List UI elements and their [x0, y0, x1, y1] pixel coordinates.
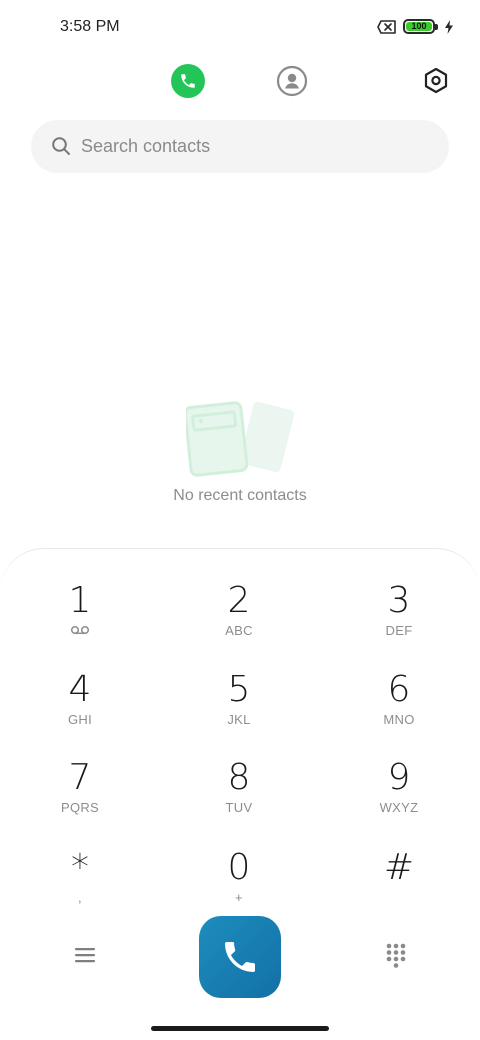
dialpad-key-9[interactable]: 9 WXYZ: [329, 750, 469, 828]
dialpad-key-7[interactable]: 7 PQRS: [10, 750, 150, 828]
key-digit: 9: [387, 757, 411, 798]
key-letters: WXYZ: [379, 800, 419, 815]
home-indicator[interactable]: [151, 1026, 329, 1031]
settings-icon: [424, 67, 448, 94]
key-digit: 4: [68, 669, 92, 710]
key-letters: PQRS: [60, 800, 100, 815]
no-sim-icon: [377, 19, 396, 34]
charging-bolt-icon: [445, 19, 453, 34]
dialpad-key-4[interactable]: 4 GHI: [10, 662, 150, 740]
status-bar: 3:58 PM 100: [0, 0, 480, 56]
menu-button[interactable]: [72, 942, 98, 968]
phone-call-icon: [225, 942, 255, 972]
key-digit: 5: [227, 669, 251, 710]
dialpad-key-2[interactable]: 2 ABC: [169, 573, 309, 651]
key-letters: DEF: [385, 623, 413, 638]
dialpad-grid-icon: [386, 943, 406, 968]
empty-state: No recent contacts: [0, 395, 480, 515]
search-bar[interactable]: [31, 120, 449, 173]
dialpad-key-1[interactable]: 1: [10, 573, 150, 651]
menu-icon: [75, 948, 95, 963]
key-digit: *: [71, 847, 89, 888]
key-letters: MNO: [383, 712, 415, 727]
key-digit: 6: [387, 669, 411, 710]
contacts-tab-button[interactable]: [275, 64, 309, 98]
key-digit: #: [383, 847, 415, 888]
empty-state-message: No recent contacts: [173, 487, 307, 504]
status-time: 3:58 PM: [60, 18, 120, 35]
search-icon: [52, 137, 70, 155]
key-digit: 7: [68, 757, 92, 798]
bottom-actions: [0, 914, 480, 998]
status-icons: 100: [377, 19, 454, 34]
dialpad-key-5[interactable]: 5 JKL: [169, 662, 309, 740]
phone-tab-button[interactable]: [171, 64, 205, 98]
key-digit: 3: [387, 580, 411, 621]
key-letters: +: [235, 890, 243, 905]
empty-contacts-illustration-icon: [186, 401, 295, 477]
top-nav: [0, 60, 480, 102]
phone-tab-icon: [181, 74, 195, 88]
key-letters: ABC: [225, 623, 253, 638]
dialpad-key-hash[interactable]: #: [329, 840, 469, 918]
call-button[interactable]: [199, 916, 281, 998]
contacts-tab-icon: [276, 65, 308, 97]
dialpad-key-6[interactable]: 6 MNO: [329, 662, 469, 740]
key-digit: 2: [227, 580, 251, 621]
key-digit: 1: [68, 580, 92, 621]
dialpad-key-8[interactable]: 8 TUV: [169, 750, 309, 828]
key-digit: 8: [227, 757, 251, 798]
battery-icon: 100: [403, 19, 438, 34]
dialpad-toggle-button[interactable]: [384, 942, 408, 970]
settings-button[interactable]: [419, 64, 453, 98]
key-letters: JKL: [227, 712, 251, 727]
battery-level: 100: [411, 21, 427, 31]
search-input[interactable]: [81, 120, 431, 173]
key-letters: TUV: [225, 800, 253, 815]
key-letters: ,: [78, 890, 82, 905]
key-digit: 0: [227, 847, 251, 888]
voicemail-icon: [70, 625, 90, 635]
dialpad-key-3[interactable]: 3 DEF: [329, 573, 469, 651]
dialpad-key-0[interactable]: 0 +: [169, 840, 309, 918]
dialpad-key-star[interactable]: * ,: [10, 840, 150, 918]
key-letters: GHI: [67, 712, 92, 727]
